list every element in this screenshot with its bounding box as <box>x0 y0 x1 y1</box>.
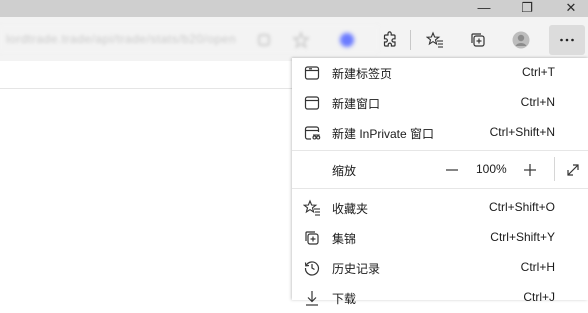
extensions-puzzle-icon[interactable] <box>376 26 404 54</box>
more-dots-icon <box>560 38 574 42</box>
menu-item-new-window[interactable]: 新建窗口 Ctrl+N <box>292 88 588 118</box>
title-bar: — ❐ ✕ <box>0 0 588 17</box>
fullscreen-button[interactable] <box>560 157 586 183</box>
download-icon <box>303 289 321 307</box>
menu-item-new-inprivate-window[interactable]: 新建 InPrivate 窗口 Ctrl+Shift+N <box>292 118 588 148</box>
settings-and-more-button[interactable] <box>549 25 585 55</box>
fullscreen-icon <box>567 164 579 176</box>
browser-toolbar: lordtrade.trade/api/trade/stats/b20/open <box>0 17 588 61</box>
menu-item-shortcut: Ctrl+H <box>520 260 555 274</box>
restore-icon: ❐ <box>521 0 533 15</box>
address-bar[interactable]: lordtrade.trade/api/trade/stats/b20/open <box>0 25 378 53</box>
menu-item-shortcut: Ctrl+Shift+O <box>488 200 555 214</box>
menu-item-history[interactable]: 历史记录 Ctrl+H <box>292 253 588 283</box>
extension-icon[interactable] <box>333 26 361 54</box>
menu-item-shortcut: Ctrl+Shift+N <box>489 125 555 139</box>
menu-item-label: 新建 InPrivate 窗口 <box>332 127 435 141</box>
minus-icon <box>446 169 458 171</box>
settings-menu: 新建标签页 Ctrl+T 新建窗口 Ctrl+N 新建 InPrivate 窗口… <box>292 58 588 306</box>
favorite-star-icon[interactable] <box>287 26 315 54</box>
favorites-icon <box>302 199 321 217</box>
restore-button[interactable]: ❐ <box>504 0 550 17</box>
minimize-icon: — <box>477 0 491 15</box>
zoom-separator <box>554 157 555 181</box>
menu-item-collections[interactable]: 集锦 Ctrl+Shift+Y <box>292 223 588 253</box>
avatar-icon <box>512 31 530 49</box>
collections-icon[interactable] <box>464 26 492 54</box>
menu-item-label: 收藏夹 <box>332 202 369 216</box>
menu-item-shortcut: Ctrl+Shift+Y <box>490 230 555 244</box>
address-text: lordtrade.trade/api/trade/stats/b20/open <box>6 32 237 46</box>
favorites-icon[interactable] <box>421 26 449 54</box>
plus-icon <box>524 164 536 176</box>
menu-item-label: 集锦 <box>332 232 357 246</box>
history-icon <box>303 259 321 277</box>
page-divider <box>0 88 292 89</box>
menu-divider <box>292 188 588 189</box>
new-tab-icon <box>303 64 321 82</box>
inprivate-window-icon <box>303 124 321 142</box>
menu-item-favorites[interactable]: 收藏夹 Ctrl+Shift+O <box>292 193 588 223</box>
menu-item-shortcut: Ctrl+N <box>520 95 555 109</box>
menu-item-label: 历史记录 <box>332 262 381 276</box>
read-aloud-icon[interactable] <box>250 26 278 54</box>
collections-icon <box>303 229 321 247</box>
menu-item-label: 新建标签页 <box>332 67 393 81</box>
toolbar-separator <box>410 30 411 50</box>
close-icon: ✕ <box>565 0 577 15</box>
profile-avatar[interactable] <box>507 26 535 54</box>
zoom-value: 100% <box>476 162 507 176</box>
zoom-out-button[interactable] <box>439 157 465 183</box>
minimize-button[interactable]: — <box>461 0 507 17</box>
menu-item-shortcut: Ctrl+T <box>522 65 555 79</box>
zoom-in-button[interactable] <box>517 157 543 183</box>
menu-item-label: 下载 <box>332 292 357 306</box>
menu-item-label: 新建窗口 <box>332 97 381 111</box>
menu-item-downloads[interactable]: 下载 Ctrl+J <box>292 283 588 313</box>
menu-item-zoom: 缩放 100% <box>292 155 588 185</box>
menu-divider <box>292 150 588 151</box>
zoom-label: 缩放 <box>332 164 357 178</box>
new-window-icon <box>303 94 321 112</box>
menu-item-new-tab[interactable]: 新建标签页 Ctrl+T <box>292 58 588 88</box>
close-button[interactable]: ✕ <box>548 0 588 17</box>
menu-item-shortcut: Ctrl+J <box>523 290 555 304</box>
